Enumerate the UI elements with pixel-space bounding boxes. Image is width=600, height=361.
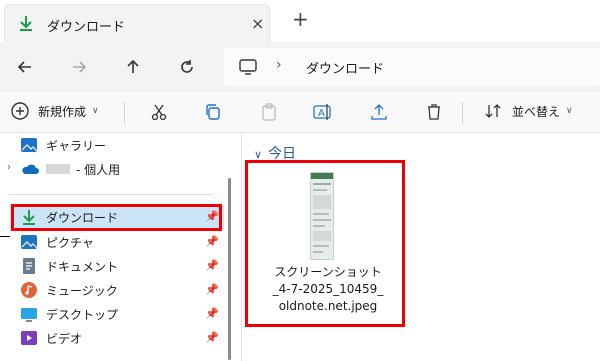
sidebar-divider bbox=[8, 194, 213, 195]
sidebar-scrollbar[interactable] bbox=[228, 178, 231, 360]
sort-button[interactable]: 並べ替え ∨ bbox=[484, 102, 573, 120]
trash-icon bbox=[428, 104, 440, 120]
sidebar-item-desktop[interactable]: デスクトップ bbox=[20, 303, 118, 325]
sidebar-item-gallery[interactable]: ギャラリー bbox=[20, 134, 106, 156]
tab-title: ダウンロード bbox=[47, 20, 126, 35]
sidebar-item-label: ドキュメント bbox=[46, 259, 119, 274]
cloud-icon bbox=[20, 160, 39, 178]
scissors-icon bbox=[151, 104, 167, 121]
pin-icon[interactable]: 📌 bbox=[205, 235, 219, 248]
tab-bar: ダウンロード × + bbox=[0, 0, 600, 42]
share-button[interactable] bbox=[368, 101, 390, 123]
new-button-label: 新規作成 bbox=[38, 104, 87, 119]
toolbar-divider bbox=[124, 102, 125, 124]
sidebar-item-label: - 個人用 bbox=[76, 162, 121, 177]
arrow-right-icon bbox=[73, 61, 87, 73]
sort-icon bbox=[485, 104, 501, 118]
sidebar-item-label: デスクトップ bbox=[46, 307, 119, 322]
sidebar-item-documents[interactable]: ドキュメント bbox=[20, 255, 118, 277]
gallery-icon bbox=[20, 136, 38, 154]
desktop-icon bbox=[20, 305, 38, 323]
arrow-left-icon bbox=[17, 61, 31, 73]
chevron-right-icon[interactable]: › bbox=[7, 162, 11, 173]
command-bar: 新規作成 ∨ A 並べ替え ∨ bbox=[0, 92, 600, 133]
new-button[interactable]: 新規作成 ∨ bbox=[10, 101, 99, 121]
copy-button[interactable] bbox=[202, 101, 224, 123]
video-icon bbox=[20, 329, 38, 347]
sidebar-item-label: ミュージック bbox=[46, 283, 118, 298]
add-circle-icon bbox=[11, 102, 29, 120]
pin-icon[interactable]: 📌 bbox=[205, 259, 219, 272]
pin-icon[interactable]: 📌 bbox=[205, 331, 219, 344]
back-button[interactable] bbox=[10, 52, 40, 82]
sidebar-item-pictures[interactable]: ピクチャ bbox=[20, 231, 94, 253]
sidebar-item-videos[interactable]: ビデオ bbox=[20, 327, 82, 349]
up-button[interactable] bbox=[118, 52, 148, 82]
sidebar-item-onedrive[interactable]: - 個人用 bbox=[20, 158, 120, 180]
chevron-down-icon: ∨ bbox=[92, 106, 99, 116]
refresh-button[interactable] bbox=[172, 52, 202, 82]
sort-button-label: 並べ替え bbox=[512, 104, 561, 119]
breadcrumb-separator: › bbox=[276, 57, 282, 73]
arrow-up-icon bbox=[127, 59, 139, 73]
sidebar-item-music[interactable]: ミュージック bbox=[20, 279, 118, 301]
pane-divider[interactable] bbox=[241, 133, 242, 361]
rename-button[interactable]: A bbox=[312, 101, 334, 123]
svg-text:A: A bbox=[318, 108, 325, 119]
tab-close-button[interactable]: × bbox=[251, 14, 264, 33]
chevron-down-icon: ∨ bbox=[566, 106, 573, 116]
divider-line bbox=[0, 236, 10, 237]
share-icon bbox=[371, 104, 387, 120]
document-icon bbox=[20, 257, 38, 275]
highlight-box-file bbox=[245, 160, 405, 327]
download-icon bbox=[17, 14, 35, 36]
music-icon bbox=[20, 281, 38, 299]
clipboard-icon bbox=[262, 103, 276, 121]
pin-icon[interactable]: 📌 bbox=[205, 307, 219, 320]
breadcrumb-downloads[interactable]: ダウンロード bbox=[306, 58, 384, 77]
new-tab-button[interactable]: + bbox=[292, 7, 309, 31]
copy-icon bbox=[206, 104, 220, 120]
toolbar-divider bbox=[462, 102, 463, 124]
redacted-name bbox=[46, 164, 70, 174]
highlight-box-downloads bbox=[11, 204, 222, 231]
tab-downloads[interactable]: ダウンロード × bbox=[4, 4, 270, 42]
refresh-icon bbox=[181, 60, 193, 73]
delete-button[interactable] bbox=[423, 101, 445, 123]
pictures-icon bbox=[20, 233, 38, 251]
sidebar-item-label: ギャラリー bbox=[46, 138, 107, 153]
monitor-icon bbox=[238, 58, 258, 80]
rename-icon: A bbox=[313, 104, 331, 120]
forward-button[interactable] bbox=[64, 52, 94, 82]
paste-button[interactable] bbox=[258, 101, 280, 123]
sidebar-item-label: ピクチャ bbox=[46, 235, 94, 250]
pin-icon[interactable]: 📌 bbox=[205, 283, 219, 296]
sidebar-item-label: ビデオ bbox=[46, 331, 83, 346]
address-bar[interactable]: › ダウンロード bbox=[224, 48, 600, 86]
cut-button[interactable] bbox=[148, 101, 170, 123]
address-row: › ダウンロード bbox=[0, 42, 600, 92]
